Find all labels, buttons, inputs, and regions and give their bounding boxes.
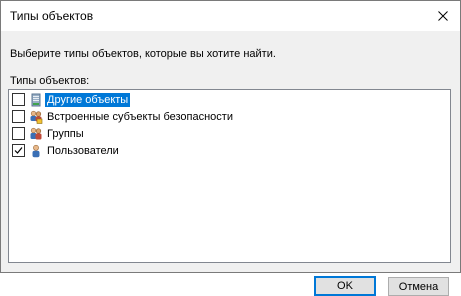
- object-types-list[interactable]: Другие объекты Встроенные субъекты безоп…: [8, 89, 451, 263]
- list-item-label: Пользователи: [47, 144, 119, 157]
- dialog-content: Выберите типы объектов, которые вы хотит…: [1, 31, 460, 296]
- ok-button[interactable]: OK: [314, 276, 376, 296]
- close-button[interactable]: [426, 1, 460, 31]
- other-objects-icon: [29, 93, 43, 107]
- object-types-dialog: Типы объектов Выберите типы объектов, ко…: [0, 0, 461, 296]
- list-item-users[interactable]: Пользователи: [9, 142, 450, 159]
- close-icon: [438, 11, 448, 21]
- list-item-other-objects[interactable]: Другие объекты: [9, 91, 450, 108]
- checkbox-groups[interactable]: [12, 127, 25, 140]
- list-item-security-principals[interactable]: Встроенные субъекты безопасности: [9, 108, 450, 125]
- checkmark-icon: [14, 147, 23, 154]
- instruction-text: Выберите типы объектов, которые вы хотит…: [10, 48, 276, 60]
- checkbox-other-objects[interactable]: [12, 93, 25, 106]
- list-item-label: Другие объекты: [45, 92, 131, 107]
- checkbox-users[interactable]: [12, 144, 25, 157]
- checkbox-security-principals[interactable]: [12, 110, 25, 123]
- title-bar: Типы объектов: [1, 1, 460, 31]
- object-types-label: Типы объектов:: [10, 75, 90, 87]
- dialog-title: Типы объектов: [10, 9, 94, 23]
- groups-icon: [29, 127, 43, 141]
- user-icon: [29, 144, 43, 158]
- list-item-groups[interactable]: Группы: [9, 125, 450, 142]
- cancel-button[interactable]: Отмена: [388, 277, 449, 296]
- list-item-label: Группы: [47, 127, 84, 140]
- list-item-label: Встроенные субъекты безопасности: [47, 110, 233, 123]
- security-principals-icon: [29, 110, 43, 124]
